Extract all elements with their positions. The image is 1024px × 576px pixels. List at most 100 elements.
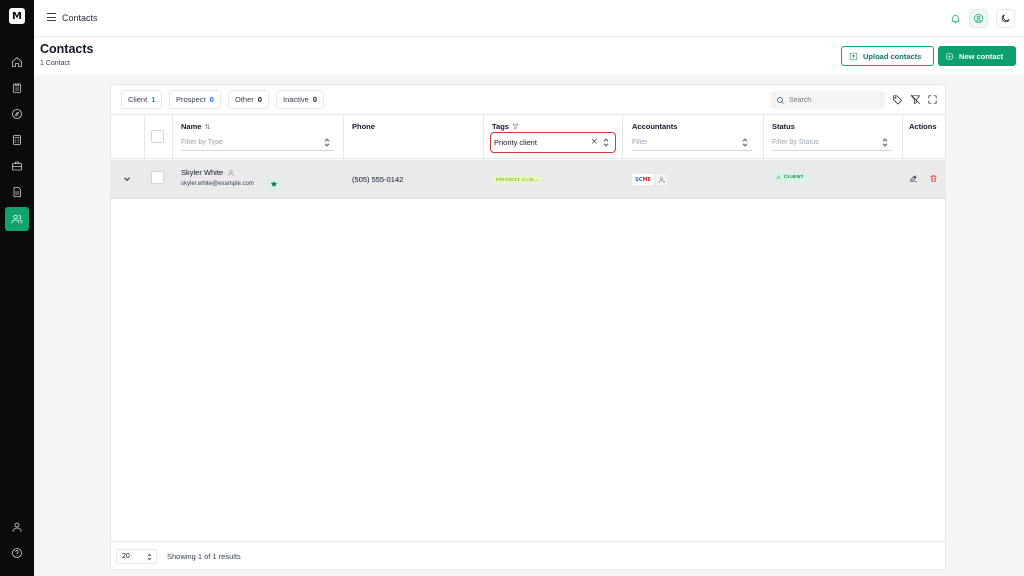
rail-clipboard[interactable]	[5, 76, 29, 100]
column-tags[interactable]: Tags	[492, 122, 519, 131]
chevron-up-down-icon	[882, 138, 888, 147]
chevron-up-down-icon	[147, 553, 152, 563]
rail-document[interactable]	[5, 180, 29, 204]
notifications-button[interactable]	[946, 9, 965, 28]
rail-home[interactable]	[5, 50, 29, 74]
chevron-up-down-icon	[742, 138, 748, 147]
segment-other[interactable]: Other 0	[228, 90, 269, 109]
briefcase-icon	[12, 161, 22, 171]
search-box[interactable]	[771, 91, 885, 109]
search-input[interactable]	[789, 96, 879, 104]
clear-filters-button[interactable]	[908, 92, 922, 106]
table-footer: 20 Showing 1 of 1 results	[111, 541, 945, 570]
person-icon	[228, 169, 234, 176]
segment-label: Other	[235, 95, 254, 104]
column-status: Status	[772, 122, 795, 131]
user-circle-icon	[974, 14, 983, 23]
person-icon	[776, 175, 781, 180]
app-logo[interactable]: M	[9, 8, 25, 24]
contact-email: skyler.white@example.com	[181, 181, 254, 187]
status-text: CLIENT	[784, 175, 804, 180]
segment-label: Prospect	[176, 95, 206, 104]
contact-name[interactable]: Skyler White	[181, 168, 235, 177]
column-name[interactable]: Name	[181, 122, 211, 131]
column-accountants-label: Accountants	[632, 122, 678, 131]
new-contact-button[interactable]: New contact	[938, 46, 1016, 66]
delete-button[interactable]	[929, 174, 939, 184]
tags-filter-value: Priority client	[494, 138, 537, 147]
chevron-down-icon[interactable]	[123, 175, 131, 183]
status-filter[interactable]: Filter by Status	[772, 135, 892, 151]
moon-icon	[1001, 14, 1010, 23]
name-type-filter[interactable]: Filter by Type	[181, 135, 334, 151]
page-size-select[interactable]: 20	[116, 549, 157, 564]
sort-icon	[205, 123, 211, 130]
page-header: Contacts 1 Contact Upload contacts New c…	[34, 37, 1024, 75]
accountant-logo-part: SC	[635, 176, 643, 183]
logo-text: M	[12, 10, 22, 22]
segment-client[interactable]: Client 1	[121, 90, 163, 109]
contacts-card: Client 1 Prospect 0 Other 0 Inactive 0 S…	[110, 84, 946, 570]
star-icon	[270, 180, 278, 187]
left-rail: M	[0, 0, 34, 576]
contact-phone: (505) 555-0142	[352, 175, 404, 184]
expand-icon	[927, 94, 937, 104]
rail-help[interactable]	[5, 541, 29, 565]
users-icon	[11, 214, 23, 224]
segment-count: 0	[257, 95, 262, 104]
edit-button[interactable]	[909, 174, 919, 184]
segment-label: Client	[128, 95, 148, 104]
results-count: Showing 1 of 1 results	[167, 552, 241, 561]
fullscreen-button[interactable]	[925, 92, 939, 106]
upload-contacts-button[interactable]: Upload contacts	[841, 46, 934, 66]
trash-icon	[930, 175, 937, 182]
home-icon	[12, 57, 22, 67]
account-button[interactable]	[969, 9, 988, 28]
contact-name-text: Skyler White	[181, 168, 224, 177]
filter-icon	[512, 123, 519, 130]
select-all-checkbox[interactable]	[151, 130, 164, 143]
clear-icon[interactable]: ×	[590, 137, 598, 147]
segment-inactive[interactable]: Inactive 0	[276, 90, 325, 109]
column-phone: Phone	[352, 122, 375, 131]
rail-profile[interactable]	[5, 515, 29, 539]
bell-icon	[951, 14, 960, 23]
tags-button[interactable]	[890, 92, 904, 106]
help-icon	[12, 548, 22, 558]
favorite-button[interactable]	[267, 178, 281, 190]
chevron-up-down-icon	[603, 138, 609, 149]
filter-placeholder: Filter	[632, 139, 648, 146]
column-actions-label: Actions	[909, 122, 937, 131]
search-icon	[777, 96, 784, 104]
accountants-filter[interactable]: Filter	[632, 135, 752, 151]
segment-count: 0	[209, 95, 214, 104]
clipboard-icon	[13, 83, 21, 93]
profile-icon	[12, 522, 22, 532]
column-tags-label: Tags	[492, 122, 509, 131]
main-area: Contacts 1 Contact Upload contacts New c…	[34, 37, 1024, 576]
top-bar: Contacts	[34, 0, 1024, 37]
menu-icon[interactable]	[47, 13, 56, 22]
row-checkbox[interactable]	[151, 171, 164, 184]
segment-count: 1	[151, 95, 156, 104]
segment-count: 0	[312, 95, 318, 104]
table-row[interactable]: Skyler White skyler.white@example.com (5…	[111, 160, 945, 199]
tag-icon	[892, 94, 902, 104]
rail-briefcase[interactable]	[5, 154, 29, 178]
rail-contacts[interactable]	[5, 207, 29, 231]
column-phone-label: Phone	[352, 122, 375, 131]
rail-calculator[interactable]	[5, 128, 29, 152]
assign-accountant-button[interactable]	[656, 174, 667, 185]
column-status-label: Status	[772, 122, 795, 131]
rail-compass[interactable]	[5, 102, 29, 126]
chevron-up-down-icon	[324, 138, 330, 147]
segment-prospect[interactable]: Prospect 0	[169, 90, 221, 109]
upload-icon	[849, 52, 858, 60]
user-plus-icon	[658, 176, 665, 183]
new-contact-label: New contact	[959, 51, 1004, 61]
upload-contacts-label: Upload contacts	[863, 51, 922, 61]
status-badge: CLIENT	[772, 173, 808, 182]
tags-filter-select[interactable]: Priority client ×	[490, 132, 616, 153]
theme-toggle[interactable]	[996, 9, 1015, 28]
document-icon	[13, 187, 21, 197]
